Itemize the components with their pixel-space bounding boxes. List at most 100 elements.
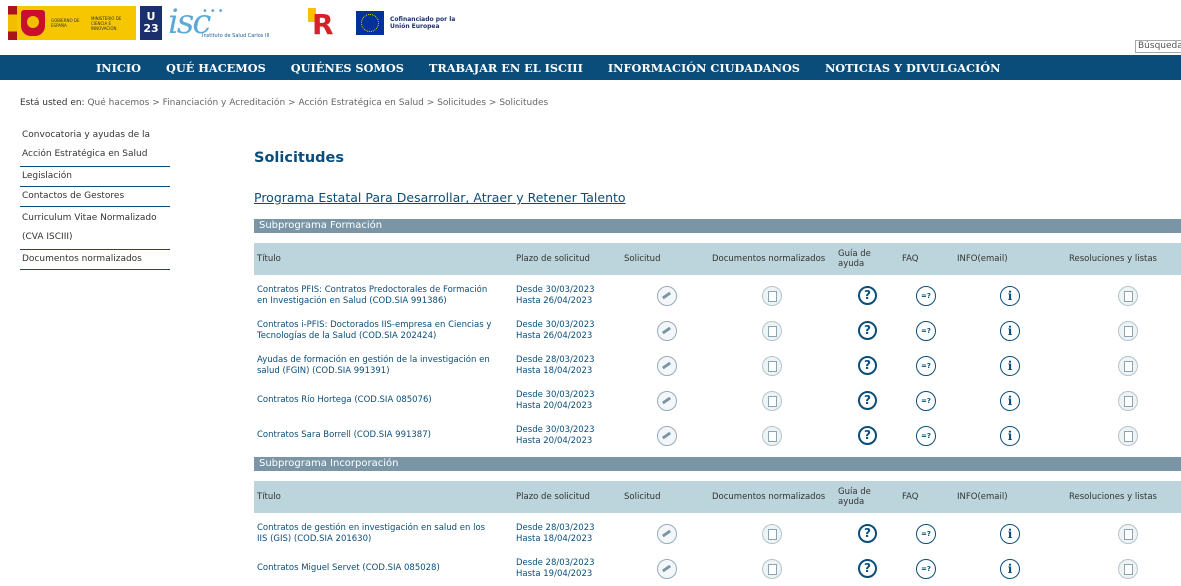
help-icon[interactable]: ? bbox=[858, 559, 877, 578]
row-title-link[interactable]: Ayudas de formación en gestión de la inv… bbox=[257, 348, 497, 383]
edit-icon[interactable] bbox=[657, 524, 677, 544]
edit-icon[interactable] bbox=[657, 356, 677, 376]
breadcrumb-sep: > bbox=[288, 98, 296, 108]
sidebar-item-contactos[interactable]: Contactos de Gestores bbox=[20, 187, 170, 207]
info-icon[interactable]: i bbox=[1000, 356, 1020, 376]
info-icon[interactable]: i bbox=[1000, 426, 1020, 446]
eu-stars-icon bbox=[361, 14, 379, 32]
edit-icon[interactable] bbox=[657, 426, 677, 446]
sidebar-item-legislacion[interactable]: Legislación bbox=[20, 167, 170, 187]
page-title: Solicitudes bbox=[254, 150, 345, 166]
ministerio-text: MINISTERIO DE CIENCIA E INNOVACIÓN bbox=[91, 15, 122, 31]
breadcrumb-item[interactable]: Qué hacemos bbox=[87, 98, 149, 108]
document-icon[interactable] bbox=[762, 321, 782, 341]
faq-icon[interactable]: =? bbox=[916, 524, 936, 544]
help-icon[interactable]: ? bbox=[858, 524, 877, 543]
nav-item-que-hacemos[interactable]: QUÉ HACEMOS bbox=[166, 61, 266, 75]
ue23-number: 23 bbox=[143, 22, 159, 35]
column-header-guia: Guía de ayuda bbox=[838, 249, 871, 269]
document-icon[interactable] bbox=[1118, 426, 1138, 446]
help-icon[interactable]: ? bbox=[858, 426, 877, 445]
document-icon[interactable] bbox=[1118, 391, 1138, 411]
edit-icon[interactable] bbox=[657, 559, 677, 579]
sidebar-item-documentos[interactable]: Documentos normalizados bbox=[20, 250, 170, 270]
row-plazo: Desde 28/03/2023 Hasta 18/04/2023 bbox=[516, 354, 595, 376]
nav-item-trabajar[interactable]: TRABAJAR EN EL ISCIII bbox=[429, 61, 583, 75]
recovery-plan-logo[interactable]: R bbox=[308, 6, 348, 41]
eu-flag-logo[interactable] bbox=[356, 11, 384, 35]
document-icon[interactable] bbox=[1118, 356, 1138, 376]
sidebar-item-label: Convocatoria y ayudas de la bbox=[22, 130, 151, 140]
table-row: Contratos Río Hortega (COD.SIA 085076) De… bbox=[254, 383, 1181, 418]
breadcrumb-item[interactable]: Financiación y Acreditación bbox=[163, 98, 286, 108]
breadcrumb-item[interactable]: Acción Estratégica en Salud bbox=[298, 98, 423, 108]
document-icon[interactable] bbox=[762, 356, 782, 376]
nav-item-quienes-somos[interactable]: QUIÉNES SOMOS bbox=[291, 61, 404, 75]
isciii-logo[interactable]: isc ••• Instituto de Salud Carlos III bbox=[168, 2, 278, 42]
sidebar-item-convocatoria[interactable]: Convocatoria y ayudas de la Acción Estra… bbox=[20, 124, 170, 167]
info-icon[interactable]: i bbox=[1000, 286, 1020, 306]
sidebar-item-label: Acción Estratégica en Salud bbox=[22, 149, 148, 159]
column-header-solicitud: Solicitud bbox=[624, 492, 661, 502]
document-icon[interactable] bbox=[1118, 286, 1138, 306]
logo-strip: GOBIERNO DE ESPAÑA MINISTERIO DE CIENCIA… bbox=[8, 2, 460, 42]
document-icon[interactable] bbox=[762, 426, 782, 446]
document-icon[interactable] bbox=[762, 524, 782, 544]
faq-icon[interactable]: =? bbox=[916, 286, 936, 306]
isciii-logo-text: Instituto de Salud Carlos III bbox=[202, 33, 270, 39]
row-title-link[interactable]: Contratos Río Hortega (COD.SIA 085076) bbox=[257, 383, 497, 418]
nav-item-informacion[interactable]: INFORMACIÓN CIUDADANOS bbox=[608, 61, 800, 75]
site-header: GOBIERNO DE ESPAÑA MINISTERIO DE CIENCIA… bbox=[0, 0, 1181, 55]
sidebar-item-label: Curriculum Vitae Normalizado bbox=[22, 213, 157, 223]
help-icon[interactable]: ? bbox=[858, 391, 877, 410]
subprogram-header: Subprograma Incorporación bbox=[254, 457, 1181, 471]
column-header-resoluciones: Resoluciones y listas bbox=[1069, 254, 1157, 264]
breadcrumb-item-current: Solicitudes bbox=[499, 98, 549, 108]
column-header-plazo: Plazo de solicitud bbox=[516, 492, 590, 502]
document-icon[interactable] bbox=[1118, 559, 1138, 579]
ue23-logo[interactable]: U 23 bbox=[140, 6, 162, 40]
document-icon[interactable] bbox=[1118, 524, 1138, 544]
table-row: Contratos PFIS: Contratos Predoctorales … bbox=[254, 278, 1181, 313]
faq-icon[interactable]: =? bbox=[916, 426, 936, 446]
row-title-link[interactable]: Contratos de gestión en investigación en… bbox=[257, 516, 497, 551]
document-icon[interactable] bbox=[762, 286, 782, 306]
row-title-link[interactable]: Contratos Miguel Servet (COD.SIA 085028) bbox=[257, 551, 497, 586]
row-title-link[interactable]: Contratos PFIS: Contratos Predoctorales … bbox=[257, 278, 497, 313]
row-plazo: Desde 28/03/2023 Hasta 19/04/2023 bbox=[516, 557, 595, 579]
info-icon[interactable]: i bbox=[1000, 524, 1020, 544]
nav-item-noticias[interactable]: NOTICIAS Y DIVULGACIÓN bbox=[825, 61, 1000, 75]
row-title-link[interactable]: Contratos Sara Borrell (COD.SIA 991387) bbox=[257, 418, 497, 453]
info-icon[interactable]: i bbox=[1000, 559, 1020, 579]
document-icon[interactable] bbox=[762, 559, 782, 579]
edit-icon[interactable] bbox=[657, 321, 677, 341]
faq-icon[interactable]: =? bbox=[916, 391, 936, 411]
edit-icon[interactable] bbox=[657, 391, 677, 411]
edit-icon[interactable] bbox=[657, 286, 677, 306]
faq-icon[interactable]: =? bbox=[916, 321, 936, 341]
row-title-link[interactable]: Contratos i-PFIS: Doctorados IIS-empresa… bbox=[257, 313, 497, 348]
cofinanciado-text: Cofinanciado por la Unión Europea bbox=[390, 16, 456, 30]
faq-icon[interactable]: =? bbox=[916, 356, 936, 376]
help-icon[interactable]: ? bbox=[858, 321, 877, 340]
row-plazo: Desde 30/03/2023 Hasta 20/04/2023 bbox=[516, 389, 595, 411]
breadcrumb-item[interactable]: Solicitudes bbox=[437, 98, 486, 108]
document-icon[interactable] bbox=[762, 391, 782, 411]
column-header-info: INFO(email) bbox=[957, 254, 1008, 264]
spain-flag-icon bbox=[8, 6, 17, 40]
program-title-link[interactable]: Programa Estatal Para Desarrollar, Atrae… bbox=[254, 190, 626, 205]
table-row: Contratos Sara Borrell (COD.SIA 991387) D… bbox=[254, 418, 1181, 453]
document-icon[interactable] bbox=[1118, 321, 1138, 341]
gobierno-logo[interactable]: GOBIERNO DE ESPAÑA MINISTERIO DE CIENCIA… bbox=[8, 6, 136, 40]
sidebar-item-cv-normalizado[interactable]: Curriculum Vitae Normalizado (CVA ISCIII… bbox=[20, 207, 170, 250]
isciii-dots-icon: ••• bbox=[202, 6, 226, 17]
info-icon[interactable]: i bbox=[1000, 391, 1020, 411]
table-header: Título Plazo de solicitud Solicitud Documen… bbox=[254, 243, 1181, 275]
faq-icon[interactable]: =? bbox=[916, 559, 936, 579]
help-icon[interactable]: ? bbox=[858, 286, 877, 305]
gobierno-text: GOBIERNO DE ESPAÑA bbox=[51, 18, 80, 28]
nav-item-inicio[interactable]: INICIO bbox=[96, 61, 141, 75]
info-icon[interactable]: i bbox=[1000, 321, 1020, 341]
help-icon[interactable]: ? bbox=[858, 356, 877, 375]
search-input[interactable]: Búsqueda... bbox=[1135, 40, 1181, 53]
